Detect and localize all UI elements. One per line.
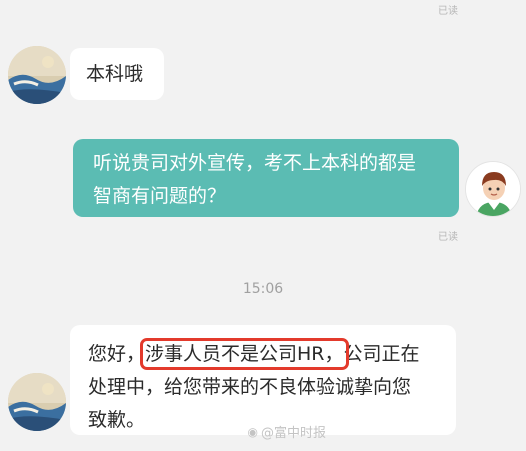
timestamp: 15:06 [242, 281, 284, 297]
message-line-1: 听说贵司对外宣传，考不上本科的都是 [93, 152, 417, 174]
message-lead: 您好， [88, 343, 146, 365]
contact-avatar[interactable] [8, 46, 66, 104]
message-text: 本科哦 [86, 63, 144, 85]
cartoon-avatar-icon [466, 162, 520, 216]
avatar-image-icon [8, 46, 66, 104]
highlighted-phrase: 涉事人员不是公司HR， [140, 338, 349, 370]
read-receipt-mid: 已读 [438, 232, 458, 243]
message-tail: 公司正在 [343, 343, 420, 365]
message-bubble-incoming[interactable]: 本科哦 [70, 48, 164, 100]
message-bubble-incoming-reply[interactable]: 您好，涉事人员不是公司HR，公司正在 处理中，给您带来的不良体验诚挚向您 致歉。 [70, 325, 456, 435]
user-avatar[interactable] [465, 161, 521, 217]
contact-avatar[interactable] [8, 373, 66, 431]
watermark-text: @富中时报 [260, 426, 326, 441]
message-bubble-outgoing[interactable]: 听说贵司对外宣传，考不上本科的都是 智商有问题的？ [73, 139, 459, 217]
avatar-image-icon [8, 373, 66, 431]
message-line-1: 您好，涉事人员不是公司HR，公司正在 [88, 338, 438, 371]
message-line-2: 处理中，给您带来的不良体验诚挚向您 [88, 376, 412, 398]
watermark: ◉ @富中时报 [247, 422, 327, 442]
read-receipt-top: 已读 [438, 6, 458, 17]
weibo-icon: ◉ [247, 424, 258, 439]
chat-window: 已读 本科哦 听说贵司对外宣传，考不上本科的都是 智商有问题的？ 已读 15:0… [0, 0, 526, 451]
message-line-2: 智商有问题的？ [93, 185, 227, 207]
